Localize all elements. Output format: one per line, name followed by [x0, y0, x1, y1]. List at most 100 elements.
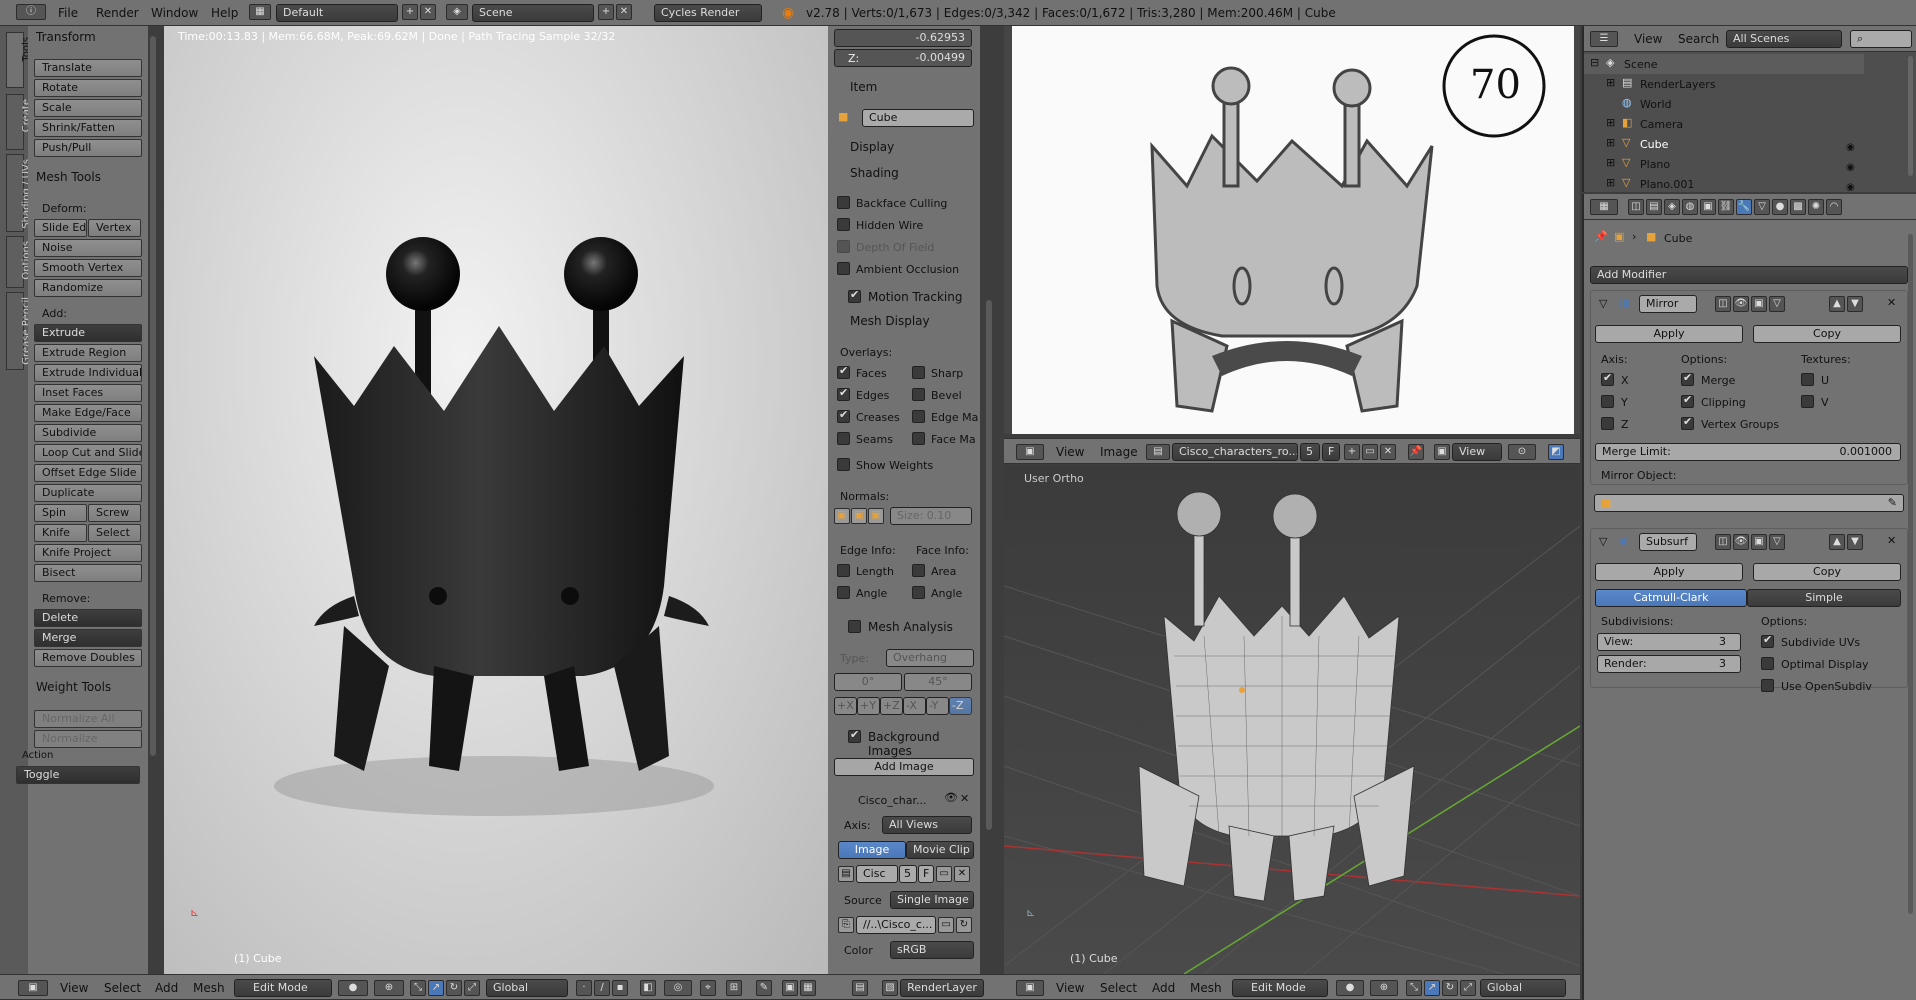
- menu-view-outliner[interactable]: View: [1634, 32, 1662, 46]
- tab-tools[interactable]: Tools: [6, 32, 32, 88]
- duplicate-button[interactable]: Duplicate: [34, 484, 142, 502]
- opengl-anim-icon[interactable]: ▦: [800, 980, 816, 996]
- source-dropdown[interactable]: Single Image: [890, 891, 974, 909]
- fake-user-button[interactable]: F: [918, 865, 934, 883]
- face-normals-icon[interactable]: ▣: [868, 508, 884, 524]
- axis-pos-z-button[interactable]: +Z: [880, 697, 903, 715]
- mirror-remove-icon[interactable]: ✕: [1887, 296, 1896, 309]
- mirror-name-field[interactable]: Mirror: [1639, 295, 1697, 313]
- menu-mesh-left[interactable]: Mesh: [193, 981, 225, 995]
- n-panel-scrollbar[interactable]: [986, 300, 992, 830]
- mirror-apply-button[interactable]: Apply: [1595, 325, 1743, 343]
- loop-normals-icon[interactable]: ▣: [851, 508, 867, 524]
- pivot-right-icon[interactable]: ⊕: [1370, 980, 1398, 996]
- outliner-row-world[interactable]: ◍ World: [1584, 94, 1864, 114]
- image-name-short-field[interactable]: Cisc: [856, 865, 898, 883]
- inset-faces-button[interactable]: Inset Faces: [34, 384, 142, 402]
- renderlayer-tab-icon[interactable]: ▤: [1646, 199, 1662, 215]
- shading-mode-right-icon[interactable]: ●: [1336, 980, 1364, 996]
- manipulator-right-icon[interactable]: ⤡: [1406, 980, 1422, 996]
- outliner-search-field[interactable]: ⌕: [1850, 30, 1912, 48]
- image-frame-field[interactable]: 5: [1300, 443, 1320, 461]
- face-select-icon[interactable]: ▪: [612, 980, 628, 996]
- bevel-checkbox[interactable]: [912, 388, 925, 401]
- edges-checkbox[interactable]: [837, 386, 850, 401]
- mirror-u-checkbox[interactable]: [1801, 373, 1814, 386]
- outliner-type-icon[interactable]: ☰: [1590, 31, 1618, 47]
- image-fake-user[interactable]: F: [1322, 443, 1340, 461]
- object-name-field[interactable]: Cube: [862, 109, 974, 127]
- motion-tracking-checkbox[interactable]: [848, 288, 861, 303]
- image-view-icon[interactable]: ▣: [1434, 444, 1450, 460]
- data-tab-icon[interactable]: ▽: [1754, 199, 1770, 215]
- extrude-dropdown[interactable]: Extrude: [34, 324, 142, 342]
- menu-view-left[interactable]: View: [60, 981, 88, 995]
- outliner-scrollbar[interactable]: [1908, 56, 1913, 176]
- reload-image-icon[interactable]: ↻: [956, 917, 972, 933]
- menu-file[interactable]: File: [58, 6, 78, 20]
- menu-view-image[interactable]: View: [1056, 445, 1084, 459]
- sharp-checkbox[interactable]: [912, 366, 925, 379]
- depth-of-field-checkbox[interactable]: [837, 240, 850, 253]
- slide-edge-button[interactable]: Slide Ed: [34, 219, 87, 237]
- extrude-individual-button[interactable]: Extrude Individual: [34, 364, 142, 382]
- outliner-row-camera[interactable]: ⊞ ◧ Camera: [1584, 114, 1864, 134]
- mirror-cage-toggle-icon[interactable]: ▽: [1769, 296, 1785, 312]
- subsurf-name-field[interactable]: Subsurf: [1639, 533, 1697, 551]
- face-angle-checkbox[interactable]: [912, 586, 925, 599]
- axis-neg-x-button[interactable]: -X: [903, 697, 926, 715]
- renderlayer-icon[interactable]: ▧: [882, 980, 898, 996]
- subsurf-view-field[interactable]: View: 3: [1597, 633, 1741, 651]
- make-edge-face-button[interactable]: Make Edge/Face: [34, 404, 142, 422]
- shading-mode-icon[interactable]: ●: [338, 980, 368, 996]
- motion-tracking-title[interactable]: Motion Tracking: [868, 290, 962, 304]
- opengl-render-icon[interactable]: ▣: [782, 980, 798, 996]
- axis-pos-y-button[interactable]: +Y: [857, 697, 880, 715]
- add-image-button[interactable]: Add Image: [834, 758, 974, 776]
- axis-pos-x-button[interactable]: +X: [834, 697, 857, 715]
- area-checkbox[interactable]: [912, 564, 925, 577]
- subdivide-button[interactable]: Subdivide: [34, 424, 142, 442]
- transform-panel-title[interactable]: Transform: [36, 30, 96, 44]
- vertex-slide-button[interactable]: Vertex: [88, 219, 141, 237]
- subdivide-uvs-checkbox[interactable]: [1761, 633, 1774, 648]
- info-editor-icon[interactable]: ⓘ: [16, 4, 46, 20]
- delete-dropdown[interactable]: Delete: [34, 609, 142, 627]
- mirror-v-checkbox[interactable]: [1801, 395, 1814, 408]
- shrink-fatten-button[interactable]: Shrink/Fatten: [34, 119, 142, 137]
- weight-tools-panel-title[interactable]: Weight Tools: [36, 680, 111, 694]
- mesh-display-title[interactable]: Mesh Display: [850, 314, 930, 328]
- knife-select-button[interactable]: Select: [88, 524, 141, 542]
- menu-add-right[interactable]: Add: [1152, 981, 1175, 995]
- creases-checkbox[interactable]: [837, 408, 850, 423]
- outliner-row-cube[interactable]: ⊞ ▽ Cube: [1584, 134, 1864, 154]
- mirror-vertex-groups-checkbox[interactable]: [1681, 415, 1694, 430]
- menu-search-outliner[interactable]: Search: [1678, 32, 1719, 46]
- particles-tab-icon[interactable]: ✺: [1808, 199, 1824, 215]
- tab-create[interactable]: Create: [6, 94, 32, 150]
- randomize-button[interactable]: Randomize: [34, 279, 142, 297]
- tab-grease-pencil[interactable]: Grease Pencil: [6, 292, 32, 370]
- image-editor-type-icon[interactable]: ▣: [1016, 444, 1044, 460]
- 3d-viewport[interactable]: User Ortho ⊾ (1) Cube: [1004, 466, 1580, 974]
- mesh-analysis-checkbox[interactable]: [848, 620, 861, 633]
- subsurf-editmode-toggle-icon[interactable]: ▣: [1751, 534, 1767, 550]
- menu-help[interactable]: Help: [211, 6, 238, 20]
- normalize-all-button[interactable]: Normalize All: [34, 710, 142, 728]
- image-name-field[interactable]: Cisco_characters_ro...: [1172, 443, 1298, 461]
- subsurf-render-field[interactable]: Render: 3: [1597, 655, 1741, 673]
- translate-right-icon[interactable]: ↗: [1424, 980, 1440, 996]
- push-pull-button[interactable]: Push/Pull: [34, 139, 142, 157]
- mode-dropdown-right[interactable]: Edit Mode: [1232, 979, 1328, 997]
- bisect-button[interactable]: Bisect: [34, 564, 142, 582]
- translate-button[interactable]: Translate: [34, 59, 142, 77]
- mirror-move-down-icon[interactable]: ▼: [1847, 296, 1863, 312]
- scale-button[interactable]: Scale: [34, 99, 142, 117]
- image-tab[interactable]: Image: [838, 841, 906, 859]
- translate-manipulator-icon[interactable]: ↗: [428, 980, 444, 996]
- ambient-occlusion-checkbox[interactable]: [837, 262, 850, 275]
- loop-cut-button[interactable]: Loop Cut and Slide: [34, 444, 142, 462]
- mirror-merge-checkbox[interactable]: [1681, 371, 1694, 386]
- outliner-row-scene[interactable]: ⊟ ◈ Scene: [1584, 54, 1864, 74]
- menu-mesh-right[interactable]: Mesh: [1190, 981, 1222, 995]
